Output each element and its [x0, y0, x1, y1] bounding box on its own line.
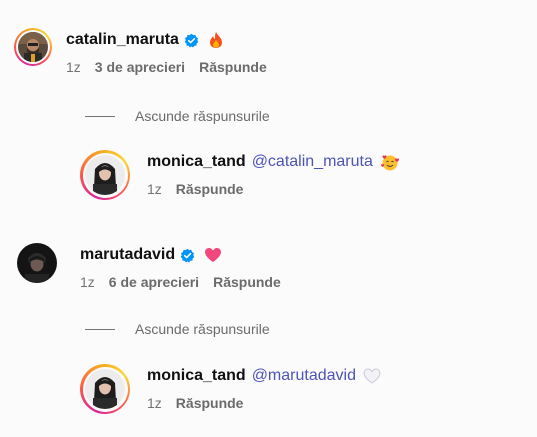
- pink-heart-emoji-icon: [205, 248, 222, 262]
- avatar-story-ring[interactable]: [80, 150, 130, 200]
- comment-time[interactable]: 1z: [80, 274, 95, 290]
- reply-button[interactable]: Răspunde: [176, 181, 244, 197]
- avatar: [85, 155, 125, 195]
- likes-count[interactable]: 3 de aprecieri: [95, 59, 185, 75]
- hide-replies-label: Ascunde răspunsurile: [135, 108, 270, 124]
- avatar: [18, 32, 48, 62]
- username[interactable]: monica_tand: [147, 367, 246, 385]
- comment-time[interactable]: 1z: [147, 181, 162, 197]
- smiling-face-with-hearts-emoji-icon: [380, 155, 399, 171]
- username[interactable]: monica_tand: [147, 153, 246, 171]
- verified-badge-icon: [184, 33, 199, 47]
- comment-time[interactable]: 1z: [66, 59, 81, 75]
- likes-count[interactable]: 6 de aprecieri: [109, 274, 199, 290]
- reply-button[interactable]: Răspunde: [213, 274, 281, 290]
- username[interactable]: catalin_maruta: [66, 31, 179, 49]
- avatar-story-ring[interactable]: [14, 28, 52, 66]
- avatar: [85, 369, 125, 409]
- reply-button[interactable]: Răspunde: [199, 59, 267, 75]
- comment-item: marutadavid 1z 6 de aprecieri Răspunde: [17, 243, 281, 290]
- avatar-story-ring[interactable]: [80, 364, 130, 414]
- comments-thread: catalin_maruta 1z 3 de aprecieri Răspund…: [0, 0, 537, 437]
- verified-badge-icon: [180, 248, 195, 262]
- mention-link[interactable]: @marutadavid: [252, 367, 356, 385]
- hide-replies-label: Ascunde răspunsurile: [135, 321, 270, 337]
- avatar[interactable]: [17, 243, 57, 283]
- reply-item: monica_tand @catalin_maruta 1z Răspunde: [80, 150, 400, 200]
- divider-line: [85, 115, 115, 117]
- comment-time[interactable]: 1z: [147, 395, 162, 411]
- comment-item: catalin_maruta 1z 3 de aprecieri Răspund…: [14, 28, 267, 75]
- reply-item: monica_tand @marutadavid 1z Răspunde: [80, 364, 381, 414]
- username[interactable]: marutadavid: [80, 246, 175, 264]
- hide-replies-button[interactable]: Ascunde răspunsurile: [85, 108, 270, 124]
- reply-button[interactable]: Răspunde: [176, 395, 244, 411]
- divider-line: [85, 328, 115, 330]
- hide-replies-button[interactable]: Ascunde răspunsurile: [85, 321, 270, 337]
- white-heart-emoji-icon: [363, 368, 381, 384]
- fire-emoji-icon: [209, 32, 222, 48]
- mention-link[interactable]: @catalin_maruta: [252, 153, 373, 171]
